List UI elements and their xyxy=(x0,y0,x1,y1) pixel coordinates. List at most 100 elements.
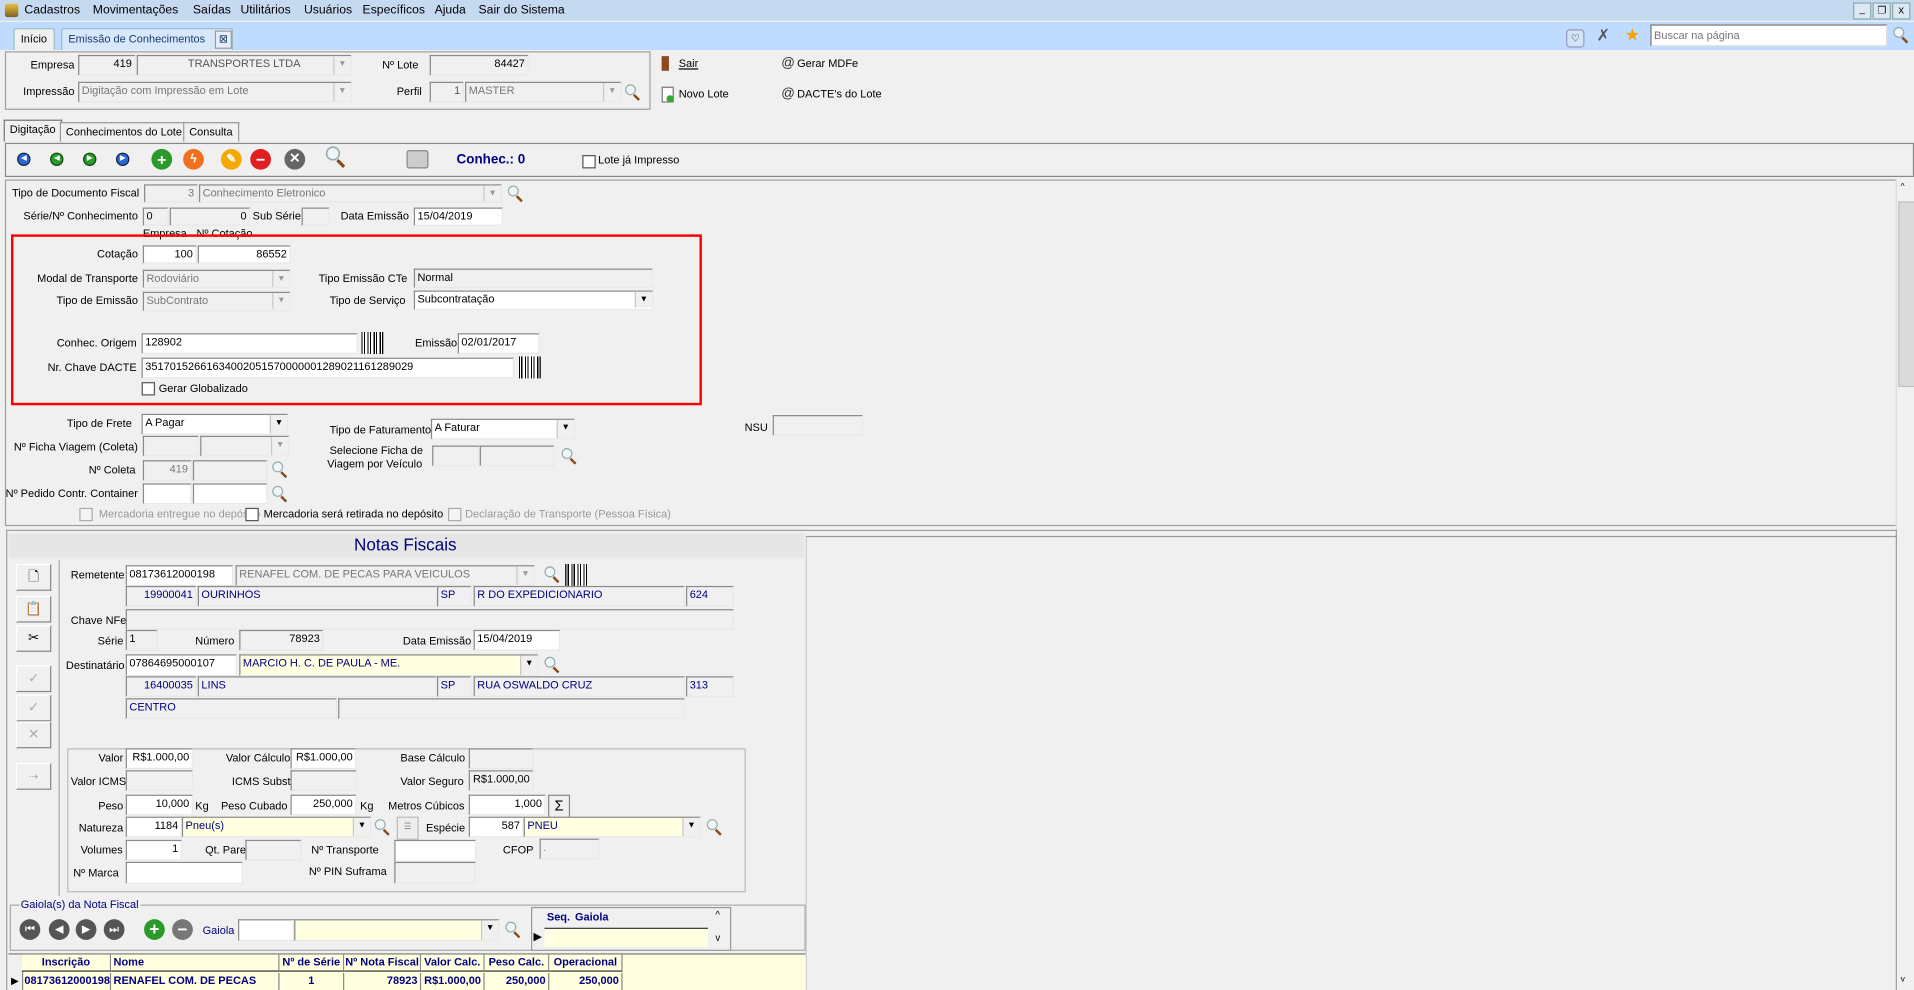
col-serie[interactable]: Nº de Série xyxy=(279,954,345,972)
chevron-down-icon[interactable]: ▼ xyxy=(480,920,499,940)
chave-nfe-field[interactable] xyxy=(125,609,734,630)
metros-cubicos-field[interactable]: 1,000 xyxy=(468,794,546,816)
lote-field[interactable]: 84427 xyxy=(429,54,529,76)
mercadoria-entregue-checkbox[interactable] xyxy=(79,507,93,522)
minimize-button[interactable]: _ xyxy=(1853,2,1872,20)
cell-valor-calc[interactable]: R$1.000,00 xyxy=(421,972,485,990)
chevron-down-icon[interactable]: ▼ xyxy=(333,83,351,102)
ficha-veiculo-search-icon[interactable] xyxy=(561,447,579,465)
cell-serie[interactable]: 1 xyxy=(280,972,345,990)
next-icon[interactable]: ▶ xyxy=(75,919,97,940)
base-calculo-field[interactable] xyxy=(468,748,534,770)
serie-field[interactable]: 0 xyxy=(142,207,169,226)
perfil-search-icon[interactable] xyxy=(624,84,642,101)
favorite-heart-icon[interactable]: ♡ xyxy=(1566,29,1585,48)
chevron-down-icon[interactable]: ▼ xyxy=(272,292,290,309)
confirm-button[interactable]: ✓ xyxy=(15,665,52,693)
pedido-container-search-icon[interactable] xyxy=(272,485,289,503)
restore-button[interactable]: ❐ xyxy=(1872,2,1891,20)
conhec-origem-field[interactable]: 128902 xyxy=(141,333,358,355)
pedido-container-field[interactable] xyxy=(142,483,192,505)
remetente-search-icon[interactable] xyxy=(544,566,561,583)
search-icon[interactable] xyxy=(1893,26,1910,44)
nsu-field[interactable] xyxy=(772,415,864,436)
list-icon[interactable]: ☰ xyxy=(396,816,419,840)
chevron-down-icon[interactable]: ▼ xyxy=(682,817,700,837)
import-note-button[interactable]: 📋 xyxy=(15,595,52,623)
marca-field[interactable] xyxy=(125,861,243,884)
chevron-down-icon[interactable]: ▼ xyxy=(634,291,652,308)
add-gaiola-icon[interactable]: + xyxy=(144,919,165,940)
natureza-code-field[interactable]: 1184 xyxy=(125,816,182,838)
printer-icon[interactable] xyxy=(406,150,429,169)
scroll-up-icon[interactable]: ^ xyxy=(1901,183,1905,192)
especie-search-icon[interactable] xyxy=(706,819,724,836)
distribute-button[interactable]: ⇢ xyxy=(15,762,52,790)
unpin-icon[interactable]: ✗ xyxy=(1597,26,1610,46)
coleta-desc-field[interactable] xyxy=(192,460,268,481)
last-record-icon[interactable]: ▶ xyxy=(115,152,130,167)
ficha-viagem-field[interactable] xyxy=(142,435,199,457)
next-record-icon[interactable]: ▶ xyxy=(83,152,97,167)
gaiola-search-icon[interactable] xyxy=(505,921,522,939)
gaiola-grid-row[interactable] xyxy=(544,928,709,948)
add-icon[interactable]: + xyxy=(151,148,173,170)
previous-record-icon[interactable]: ◀ xyxy=(50,152,64,167)
perfil-combo[interactable]: MASTER ▼ xyxy=(465,81,622,103)
menu-sair-do-sistema[interactable]: Sair do Sistema xyxy=(479,4,565,17)
barcode-icon[interactable] xyxy=(518,356,541,379)
perfil-code-field[interactable]: 1 xyxy=(429,81,464,103)
chevron-down-icon[interactable]: ▼ xyxy=(269,415,287,434)
chevron-down-icon[interactable]: ▼ xyxy=(520,655,538,676)
cotacao-numero-field[interactable]: 86552 xyxy=(197,245,291,264)
menu-utilitarios[interactable]: Utilitários xyxy=(240,4,290,17)
ficha-veiculo-desc-field[interactable] xyxy=(479,445,555,467)
close-window-button[interactable]: x xyxy=(1892,2,1911,20)
subtab-conhecimentos-lote[interactable]: Conhecimentos do Lote xyxy=(59,122,189,142)
chevron-down-icon[interactable]: ▼ xyxy=(272,270,290,287)
data-emissao-field[interactable]: 15/04/2019 xyxy=(413,207,503,226)
peso-field[interactable]: 10,000 xyxy=(125,794,193,816)
tab-emissao-conhecimentos[interactable]: Emissão de Conhecimentos ⊠ xyxy=(61,28,234,51)
modal-combo[interactable]: Rodoviário ▼ xyxy=(142,269,291,289)
empresa-combo[interactable]: TRANSPORTES LTDA ▼ xyxy=(136,54,352,76)
tipo-emissao-cte-field[interactable]: Normal xyxy=(413,268,654,289)
col-nota-fiscal[interactable]: Nº Nota Fiscal xyxy=(344,954,422,972)
natureza-search-icon[interactable] xyxy=(374,819,392,836)
chevron-down-icon[interactable]: ▼ xyxy=(556,419,574,439)
tab-inicio[interactable]: Início xyxy=(13,28,55,51)
novo-lote-button[interactable]: Novo Lote xyxy=(679,88,729,101)
valor-icms-field[interactable] xyxy=(125,770,193,792)
valor-field[interactable]: R$1.000,00 xyxy=(125,748,193,770)
pedido-container-desc-field[interactable] xyxy=(192,483,268,505)
first-icon[interactable]: ⏮ xyxy=(19,919,41,940)
destinatario-combo[interactable]: MARCIO H. C. DE PAULA - ME. ▼ xyxy=(239,654,539,677)
lote-impresso-checkbox[interactable] xyxy=(582,155,596,169)
sum-button[interactable]: Σ xyxy=(548,794,571,818)
menu-ajuda[interactable]: Ajuda xyxy=(435,4,466,17)
col-operacional[interactable]: Operacional xyxy=(549,954,623,972)
chevron-down-icon[interactable]: ▼ xyxy=(270,437,289,456)
chevron-down-icon[interactable]: ▼ xyxy=(483,185,501,202)
chevron-down-icon[interactable]: ▼ xyxy=(603,83,621,102)
coleta-field[interactable]: 419 xyxy=(142,460,192,481)
volumes-field[interactable]: 1 xyxy=(125,839,182,861)
col-nome[interactable]: Nome xyxy=(111,954,280,972)
sair-button[interactable]: Sair xyxy=(679,57,699,70)
especie-code-field[interactable]: 587 xyxy=(468,816,524,838)
cell-operacional[interactable]: 250,000 xyxy=(549,972,623,990)
empresa-code-field[interactable]: 419 xyxy=(78,54,136,76)
menu-cadastros[interactable]: Cadastros xyxy=(24,4,80,17)
numero-conhecimento-field[interactable]: 0 xyxy=(169,207,251,226)
cell-inscricao[interactable]: 08173612000198 xyxy=(22,972,112,990)
new-note-button[interactable]: 🗋 xyxy=(15,563,52,591)
scroll-up-icon[interactable]: ^ xyxy=(715,909,720,920)
peso-cubado-field[interactable]: 250,000 xyxy=(290,794,357,816)
chevron-down-icon[interactable]: ▼ xyxy=(333,56,351,75)
mercadoria-retirada-checkbox[interactable] xyxy=(245,507,259,522)
tipo-faturamento-combo[interactable]: A Faturar ▼ xyxy=(430,418,575,440)
especie-combo[interactable]: PNEU ▼ xyxy=(523,816,701,838)
cell-peso-calc[interactable]: 250,000 xyxy=(485,972,550,990)
chevron-down-icon[interactable]: ▼ xyxy=(516,566,534,585)
search-icon[interactable] xyxy=(325,146,348,168)
